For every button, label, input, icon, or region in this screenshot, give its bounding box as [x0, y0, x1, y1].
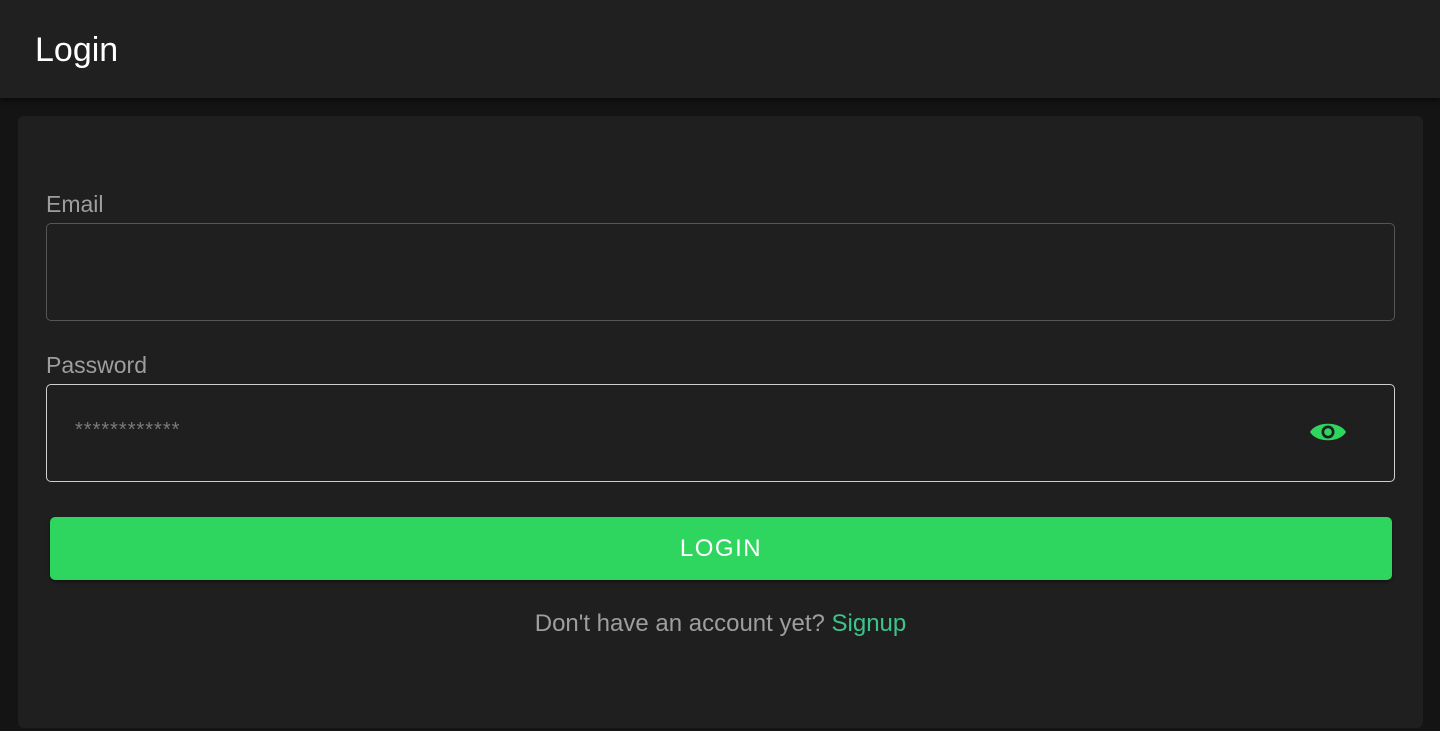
login-card: Email Password LOGIN Don't have an accou… [18, 116, 1423, 728]
password-field-container [46, 384, 1395, 482]
email-label: Email [46, 191, 104, 217]
email-field-container [46, 223, 1395, 321]
page-title: Login [35, 31, 119, 69]
app-bar: Login [0, 0, 1440, 98]
eye-icon[interactable] [1308, 417, 1348, 447]
email-field[interactable] [47, 224, 1394, 320]
password-field[interactable] [47, 385, 1394, 481]
password-label: Password [46, 352, 147, 378]
signup-link[interactable]: Signup [832, 610, 907, 637]
signup-row: Don't have an account yet? Signup [18, 609, 1423, 639]
signup-prompt: Don't have an account yet? [534, 610, 832, 637]
login-button[interactable]: LOGIN [50, 517, 1392, 580]
